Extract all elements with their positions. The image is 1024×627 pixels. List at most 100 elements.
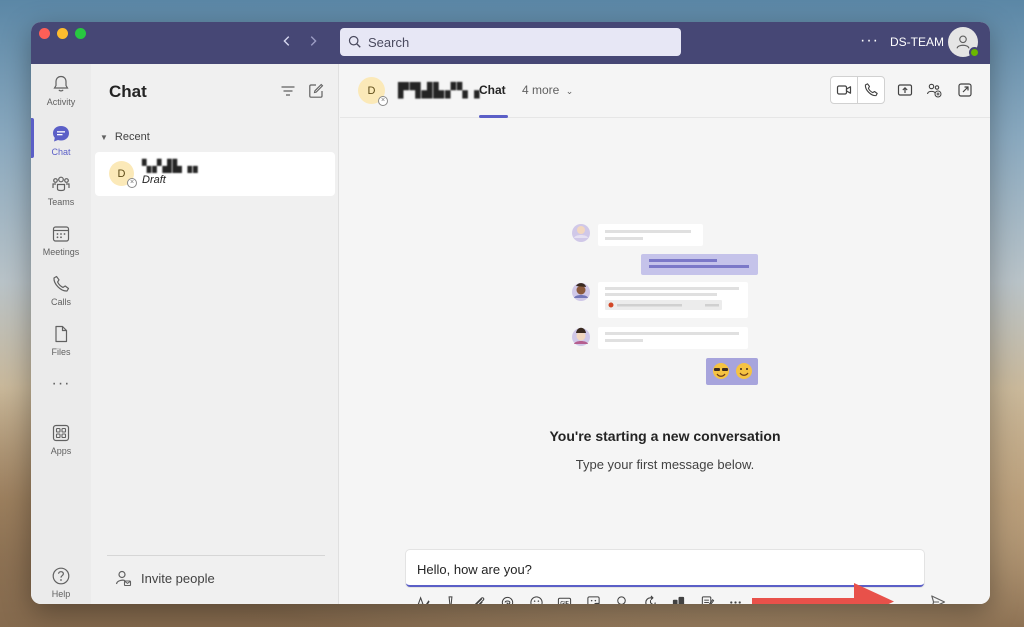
rail-item-teams[interactable]: Teams <box>31 170 91 216</box>
offline-status-icon: × <box>378 96 388 106</box>
emoji-button[interactable] <box>522 592 551 604</box>
profile-avatar[interactable] <box>948 27 980 58</box>
new-conversation-illustration <box>572 224 758 385</box>
caret-down-icon: ▼ <box>100 132 108 142</box>
rail-label: Meetings <box>42 247 80 257</box>
apps-icon <box>52 424 70 442</box>
forward-button[interactable] <box>302 31 324 53</box>
rail-label: Activity <box>46 97 76 107</box>
video-call-button[interactable] <box>831 77 857 103</box>
format-button[interactable] <box>408 592 437 604</box>
rail-item-help[interactable]: Help <box>31 562 91 604</box>
conversation-pane: D × ▛▜▟▙▞▚▗ Chat 4 more ⌄ You're startin… <box>340 64 990 604</box>
call-buttons-group <box>830 76 885 104</box>
divider <box>107 555 325 556</box>
search-box[interactable]: Search <box>340 28 681 56</box>
rail-label: Apps <box>50 446 72 456</box>
invite-people-button[interactable]: Invite people <box>114 569 215 587</box>
bell-icon <box>53 75 69 92</box>
close-window-button[interactable] <box>39 28 50 39</box>
invite-people-label: Invite people <box>141 570 215 586</box>
rail-item-calls[interactable]: Calls <box>31 270 91 316</box>
filter-icon <box>281 86 295 96</box>
share-screen-icon <box>897 84 913 96</box>
refresh-clock-icon <box>644 595 656 604</box>
pop-out-icon <box>958 83 972 97</box>
more-options-button[interactable] <box>722 592 751 604</box>
active-tab-indicator <box>479 115 508 118</box>
app-tile-icon <box>673 596 685 604</box>
emoji-icon <box>530 595 543 604</box>
add-people-icon <box>926 83 942 98</box>
share-screen-button[interactable] <box>895 80 915 100</box>
recent-section-toggle[interactable]: ▼ Recent <box>100 131 150 143</box>
help-icon <box>52 567 70 585</box>
filter-button[interactable] <box>279 82 297 100</box>
annotation-arrow <box>752 583 894 604</box>
message-input-text: Hello, how are you? <box>417 562 532 577</box>
pop-out-button[interactable] <box>955 80 975 100</box>
send-icon <box>931 595 946 604</box>
mark-important-button[interactable] <box>437 592 466 604</box>
rail-item-apps[interactable]: Apps <box>31 419 91 465</box>
zoom-window-button[interactable] <box>75 28 86 39</box>
send-button[interactable] <box>927 591 949 604</box>
contact-name: ▛▜▟▙▞▚▗ <box>398 82 481 98</box>
contact-avatar[interactable]: D × <box>358 77 388 106</box>
available-status-badge <box>969 47 980 58</box>
teams-window: Search ··· DS-TEAM Activity Chat Teams M… <box>31 22 990 604</box>
rail-label: Chat <box>51 147 71 157</box>
back-button[interactable] <box>276 31 298 53</box>
new-chat-button[interactable] <box>307 82 325 100</box>
avatar-initial: D <box>367 84 376 97</box>
settings-more-button[interactable]: ··· <box>860 32 879 50</box>
audio-call-button[interactable] <box>857 77 884 103</box>
invite-person-icon <box>115 570 132 587</box>
minimize-window-button[interactable] <box>57 28 68 39</box>
rail-item-activity[interactable]: Activity <box>31 70 91 116</box>
tab-chat[interactable]: Chat <box>479 83 506 97</box>
exclamation-icon <box>448 595 453 604</box>
chat-list-panel: Chat ▼ Recent D × ▚▞▟▙▗▖ Draft Invite pe… <box>91 64 339 604</box>
more-horizontal-icon <box>730 600 742 604</box>
sticker-button[interactable] <box>579 592 608 604</box>
calendar-icon <box>52 226 70 242</box>
notes-button[interactable] <box>693 592 722 604</box>
rail-label: Files <box>51 347 71 357</box>
chevron-right-icon <box>310 36 317 46</box>
avatar: D × <box>109 161 137 188</box>
add-people-button[interactable] <box>924 80 944 100</box>
chat-icon <box>53 126 69 142</box>
rail-item-meetings[interactable]: Meetings <box>31 220 91 266</box>
offline-status-icon: × <box>127 178 137 188</box>
loop-component-button[interactable] <box>494 592 523 604</box>
org-name[interactable]: DS-TEAM <box>890 35 944 49</box>
format-icon <box>417 595 430 604</box>
rail-item-files[interactable]: Files <box>31 320 91 366</box>
chat-list-item[interactable]: D × ▚▞▟▙▗▖ Draft <box>95 152 335 196</box>
video-camera-icon <box>837 85 852 95</box>
chat-list-title: Chat <box>109 82 147 101</box>
search-icon <box>348 35 361 48</box>
empty-state-title: You're starting a new conversation <box>549 428 781 444</box>
praise-button[interactable] <box>608 592 637 604</box>
gif-button[interactable]: GIF <box>551 592 580 604</box>
rail-item-chat[interactable]: Chat <box>31 120 91 166</box>
rail-label: Teams <box>47 197 75 207</box>
viva-app-button[interactable] <box>665 592 694 604</box>
gif-icon: GIF <box>558 597 572 604</box>
svg-text:GIF: GIF <box>560 600 569 604</box>
schedule-meeting-button[interactable] <box>636 592 665 604</box>
message-compose-box[interactable]: Hello, how are you? <box>406 550 924 587</box>
teams-icon <box>52 176 70 192</box>
paperclip-icon <box>474 596 485 604</box>
compose-icon <box>309 83 324 98</box>
attach-button[interactable] <box>465 592 494 604</box>
loop-icon <box>502 596 514 604</box>
chevron-down-icon: ⌄ <box>565 86 574 96</box>
chat-preview-text: Draft <box>142 174 166 186</box>
rail-label: Calls <box>50 297 71 307</box>
compose-toolbar: GIF <box>408 592 750 604</box>
more-apps-button[interactable]: ··· <box>31 375 91 393</box>
more-tabs-dropdown[interactable]: 4 more ⌄ <box>522 83 573 97</box>
